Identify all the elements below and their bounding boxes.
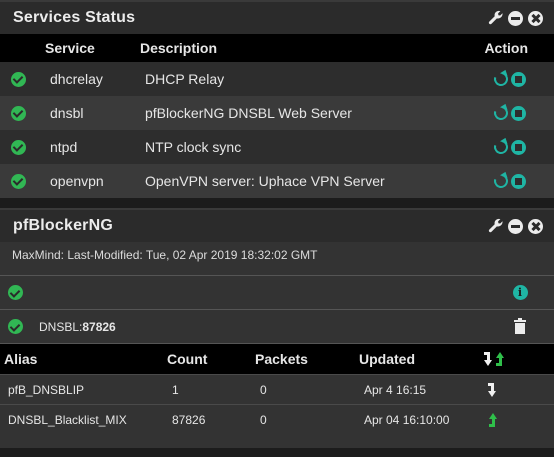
pfblocker-header: pfBlockerNG xyxy=(0,208,554,242)
panel-title: pfBlockerNG xyxy=(13,217,113,234)
status-running-icon xyxy=(10,173,26,189)
arrow-up-icon xyxy=(488,412,498,427)
status-running-icon xyxy=(10,139,26,155)
status-running-icon xyxy=(10,105,26,121)
status-ok-icon xyxy=(8,285,23,300)
dnsbl-status-row: DNSBL:87826 xyxy=(0,310,554,344)
service-description: OpenVPN server: Uphace VPN Server xyxy=(145,173,385,189)
close-icon[interactable] xyxy=(527,10,544,27)
wrench-icon[interactable] xyxy=(487,10,504,27)
alias-name: DNSBL_Blacklist_MIX xyxy=(8,412,127,427)
service-name: dhcrelay xyxy=(50,71,103,87)
alias-packets: 0 xyxy=(260,412,267,427)
wrench-icon[interactable] xyxy=(487,218,504,235)
restart-icon[interactable] xyxy=(491,103,511,123)
minimize-icon[interactable] xyxy=(507,10,524,27)
service-name: openvpn xyxy=(50,173,104,189)
minimize-icon[interactable] xyxy=(507,218,524,235)
service-name: dnsbl xyxy=(50,105,84,121)
table-row: pfB_DNSBLIP 1 0 Apr 4 16:15 xyxy=(0,374,554,404)
maxmind-status: MaxMind: Last-Modified: Tue, 02 Apr 2019… xyxy=(0,242,554,268)
table-row: openvpn OpenVPN server: Uphace VPN Serve… xyxy=(0,164,554,198)
stop-icon[interactable] xyxy=(511,71,526,87)
service-name: ntpd xyxy=(50,139,78,155)
column-service: Service xyxy=(45,40,95,56)
table-row: ntpd NTP clock sync xyxy=(0,130,554,164)
stop-icon[interactable] xyxy=(511,173,526,189)
alias-updated: Apr 4 16:15 xyxy=(364,382,427,397)
restart-icon[interactable] xyxy=(491,137,511,157)
close-icon[interactable] xyxy=(527,218,544,235)
services-status-panel: Services Status Service Description Acti… xyxy=(0,0,554,198)
panel-controls xyxy=(487,10,544,27)
column-action: Action xyxy=(484,40,528,56)
sort-icons[interactable] xyxy=(479,352,554,366)
restart-icon[interactable] xyxy=(491,171,511,191)
stop-icon[interactable] xyxy=(511,105,526,121)
service-description: pfBlockerNG DNSBL Web Server xyxy=(145,105,352,121)
table-row: dhcrelay DHCP Relay xyxy=(0,62,554,96)
alias-name: pfB_DNSBLIP xyxy=(8,382,85,397)
alias-packets: 0 xyxy=(260,382,267,397)
column-alias: Alias xyxy=(4,351,38,367)
services-table-header: Service Description Action xyxy=(0,34,554,62)
dnsbl-count: 87826 xyxy=(82,319,116,334)
column-count: Count xyxy=(167,351,208,367)
restart-icon[interactable] xyxy=(491,69,511,89)
alias-count: 1 xyxy=(172,382,179,397)
trash-icon[interactable] xyxy=(514,318,526,334)
pfblocker-status-row: i xyxy=(0,276,554,310)
column-packets: Packets xyxy=(255,351,308,367)
alias-updated: Apr 04 16:10:00 xyxy=(364,412,450,427)
services-status-header: Services Status xyxy=(0,0,554,34)
status-ok-icon xyxy=(8,319,23,334)
service-description: NTP clock sync xyxy=(145,139,242,155)
status-running-icon xyxy=(10,71,26,87)
column-updated: Updated xyxy=(359,351,415,367)
table-row: dnsbl pfBlockerNG DNSBL Web Server xyxy=(0,96,554,130)
dnsbl-label: DNSBL:87826 xyxy=(39,319,116,334)
alias-count: 87826 xyxy=(172,412,206,427)
panel-controls xyxy=(487,218,544,235)
pfblocker-panel: pfBlockerNG MaxMind: Last-Modified: Tue,… xyxy=(0,208,554,448)
column-description: Description xyxy=(140,40,218,56)
alias-table-header: Alias Count Packets Updated xyxy=(0,344,554,374)
stop-icon[interactable] xyxy=(511,139,526,155)
arrow-up-icon[interactable] xyxy=(495,352,505,366)
arrow-down-icon xyxy=(488,382,498,397)
info-icon[interactable]: i xyxy=(512,285,528,300)
arrow-down-icon[interactable] xyxy=(484,352,494,366)
panel-title: Services Status xyxy=(13,9,136,26)
service-description: DHCP Relay xyxy=(145,71,225,87)
table-row: DNSBL_Blacklist_MIX 87826 0 Apr 04 16:10… xyxy=(0,404,554,434)
